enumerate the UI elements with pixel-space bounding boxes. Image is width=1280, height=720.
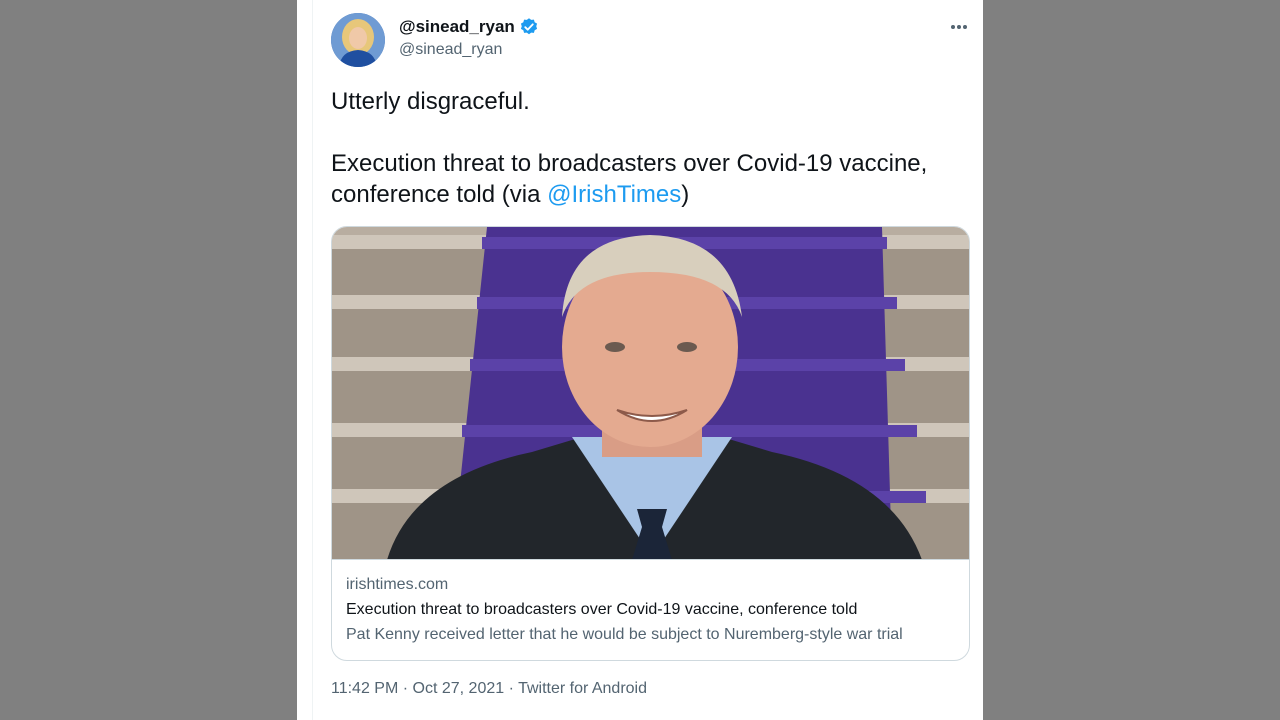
avatar[interactable] — [331, 13, 385, 67]
panel-divider — [312, 0, 313, 720]
display-name-text[interactable]: @sinead_ryan — [399, 17, 515, 37]
tweet-panel: @sinead_ryan @sinead_ryan Utterly disgra… — [297, 0, 983, 720]
verified-badge-icon — [519, 17, 539, 37]
tweet-text: Utterly disgraceful. Execution threat to… — [331, 86, 951, 241]
more-options-icon[interactable] — [947, 17, 971, 37]
tweet-text-line2: Execution threat to broadcasters over Co… — [331, 148, 951, 210]
card-description: Pat Kenny received letter that he would … — [346, 626, 903, 643]
display-name[interactable]: @sinead_ryan — [399, 17, 539, 37]
card-domain: irishtimes.com — [346, 576, 449, 593]
mention-link[interactable]: @IrishTimes — [547, 181, 681, 208]
handle[interactable]: @sinead_ryan — [399, 41, 502, 59]
link-card[interactable]: irishtimes.com Execution threat to broad… — [331, 226, 970, 661]
tweet-text-line1: Utterly disgraceful. — [331, 88, 530, 115]
card-image[interactable] — [332, 227, 969, 560]
card-title: Execution threat to broadcasters over Co… — [346, 601, 858, 618]
tweet-text-suffix: ) — [681, 181, 690, 208]
tweet-timestamp[interactable]: 11:42 PM · Oct 27, 2021 · Twitter for An… — [331, 680, 647, 698]
